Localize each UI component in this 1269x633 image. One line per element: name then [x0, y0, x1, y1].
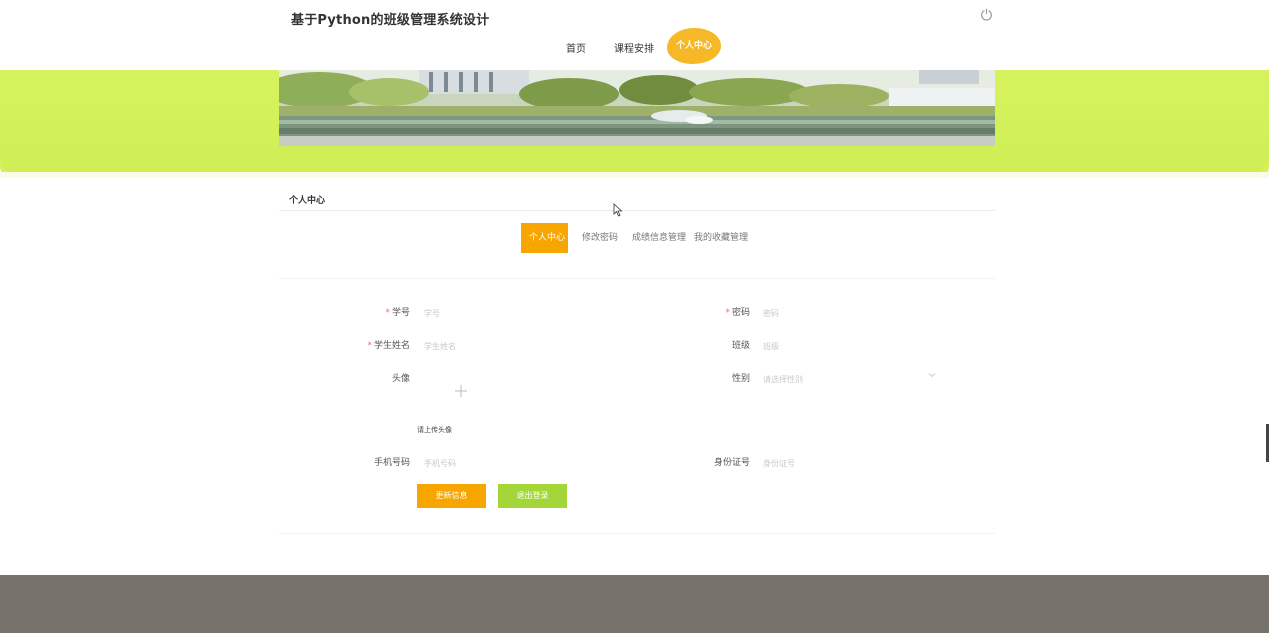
gender-label: 性别 — [731, 374, 750, 384]
phone-input[interactable] — [424, 455, 624, 471]
site-title: 基于Python的班级管理系统设计 — [291, 13, 490, 28]
tab-change-password[interactable]: 修改密码 — [582, 223, 618, 253]
nav-home[interactable]: 首页 — [566, 40, 586, 55]
tab-score-management[interactable]: 成绩信息管理 — [632, 223, 686, 253]
password-label: * 密码 — [725, 308, 750, 318]
tab-personal-center[interactable]: 个人中心 — [521, 223, 568, 253]
class-input[interactable] — [763, 338, 963, 354]
required-mark: * — [367, 341, 372, 351]
update-info-button[interactable]: 更新信息 — [417, 484, 486, 508]
profile-tabs: 个人中心 修改密码 成绩信息管理 我的收藏管理 — [0, 223, 1269, 253]
main-nav: 首页 课程安排 个人中心 — [0, 29, 1269, 63]
class-label: 班级 — [731, 341, 750, 351]
avatar-upload-hint: 请上传头像 — [417, 426, 452, 434]
student-name-label: * 学生姓名 — [367, 341, 410, 351]
tab-favorites-management[interactable]: 我的收藏管理 — [694, 223, 748, 253]
banner-image — [279, 70, 995, 146]
avatar-label: 头像 — [391, 374, 410, 384]
header: 基于Python的班级管理系统设计 首页 课程安排 个人中心 — [0, 0, 1269, 70]
password-input[interactable] — [763, 305, 963, 321]
required-mark: * — [725, 308, 730, 318]
student-no-label: * 学号 — [385, 308, 410, 318]
nav-course-schedule[interactable]: 课程安排 — [614, 40, 654, 55]
power-icon[interactable] — [980, 8, 993, 21]
chevron-down-icon[interactable] — [928, 371, 936, 379]
section-title: 个人中心 — [289, 196, 326, 206]
section-divider — [279, 210, 995, 211]
cursor-icon — [613, 203, 623, 217]
plus-icon[interactable] — [455, 385, 467, 397]
student-name-input[interactable] — [424, 338, 624, 354]
banner-edge — [0, 172, 1269, 178]
student-no-input[interactable] — [424, 305, 624, 321]
id-card-label: 身份证号 — [713, 458, 750, 468]
nav-personal-center[interactable]: 个人中心 — [668, 29, 720, 63]
logout-button[interactable]: 退出登录 — [498, 484, 567, 508]
required-mark: * — [385, 308, 390, 318]
gender-select[interactable] — [763, 371, 933, 387]
footer — [0, 575, 1269, 633]
phone-label: 手机号码 — [373, 458, 410, 468]
id-card-input[interactable] — [763, 455, 963, 471]
